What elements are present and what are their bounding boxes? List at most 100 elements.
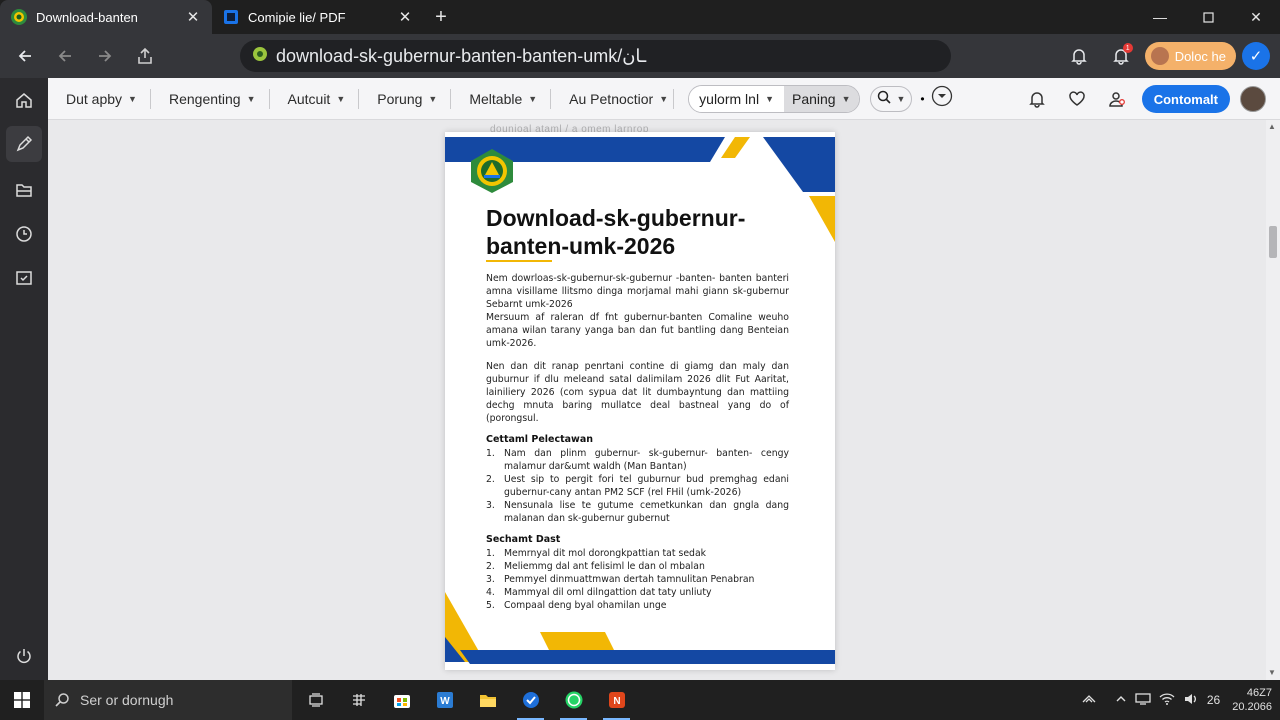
new-tab-button[interactable]: + bbox=[424, 0, 458, 34]
chevron-down-icon[interactable]: ▼ bbox=[897, 94, 906, 104]
clock-date: 20.2066 bbox=[1232, 701, 1272, 713]
document-toolbar: Dut apby ▼ Rengenting ▼ Autcuit ▼ Porung ▼ M… bbox=[48, 78, 1280, 120]
chevron-down-icon: ▼ bbox=[765, 93, 774, 104]
heart-icon[interactable] bbox=[1062, 84, 1092, 114]
chevron-down-icon: ▼ bbox=[428, 93, 438, 104]
paning-option[interactable]: Paning ▼ bbox=[783, 85, 859, 112]
office-app-icon[interactable]: N bbox=[595, 680, 638, 720]
tab-title: Comipie lie/ PDF bbox=[248, 9, 346, 25]
menu-rengenting[interactable]: Rengenting ▼ bbox=[151, 78, 270, 120]
paragraph: Nem dowrloas-sk-gubernur-sk-gubernur -ba… bbox=[486, 273, 789, 310]
store-icon[interactable] bbox=[380, 680, 423, 720]
pen-tool-icon[interactable] bbox=[6, 126, 42, 162]
history-clock-icon[interactable] bbox=[6, 216, 42, 252]
sync-check-icon[interactable]: ✓ bbox=[1242, 42, 1270, 70]
windows-start-icon[interactable] bbox=[0, 680, 44, 720]
widgets-icon[interactable] bbox=[337, 680, 380, 720]
power-icon[interactable] bbox=[6, 638, 42, 674]
menu-au-petnoctior[interactable]: Au Petnoctior ▼ bbox=[551, 78, 675, 120]
taskbar: Ser or dornugh W N 26 46Z7 20.2066 bbox=[0, 680, 1280, 720]
toolbar-actions: Contomalt bbox=[1022, 84, 1266, 114]
user-share-icon[interactable] bbox=[1102, 84, 1132, 114]
list-item: 4. Mammyal dil oml dilngattion dat taty u… bbox=[486, 587, 712, 598]
notification-bell-icon[interactable]: 1 bbox=[1103, 38, 1139, 74]
chevron-down-icon: ▼ bbox=[336, 93, 346, 104]
document-page: Download-sk-gubernur-banten-umk-2026 Nem… bbox=[445, 132, 835, 670]
numbered-list: 1. Memrnyal dit mol dorongkpattian tat se… bbox=[486, 547, 789, 612]
view-mode-selector: yulorm lnl ▼ Paning ▼ bbox=[688, 84, 860, 113]
side-rail bbox=[0, 78, 48, 680]
chevron-down-icon: ▼ bbox=[246, 93, 256, 104]
menu-dut-apby[interactable]: Dut apby ▼ bbox=[48, 78, 151, 120]
close-tab-icon[interactable]: ✕ bbox=[184, 8, 202, 26]
scroll-down-icon[interactable]: ▼ bbox=[1268, 668, 1276, 677]
maximize-icon[interactable] bbox=[1184, 0, 1232, 34]
site-info-icon[interactable] bbox=[252, 46, 268, 67]
tray-number: 26 bbox=[1206, 693, 1221, 707]
forward-arrow-icon[interactable] bbox=[85, 38, 125, 74]
back-arrow-icon[interactable] bbox=[5, 38, 45, 74]
document-title: Download-sk-gubernur-banten-umk-2026 bbox=[486, 205, 746, 259]
vertical-scrollbar[interactable]: ▲ ▼ bbox=[1266, 120, 1280, 680]
search-icon[interactable] bbox=[877, 90, 891, 107]
numbered-list: 1. Nam dan plinm gubernur- sk-gubernur- b… bbox=[486, 447, 789, 525]
zoom-control[interactable]: ▼ bbox=[869, 85, 913, 112]
scroll-thumb[interactable] bbox=[1269, 226, 1277, 258]
menu-label: Rengenting bbox=[168, 90, 241, 107]
word-icon[interactable]: W bbox=[423, 680, 466, 720]
back-arrow-icon[interactable] bbox=[45, 38, 85, 74]
bell-icon[interactable] bbox=[1022, 84, 1052, 114]
close-window-icon[interactable]: ✕ bbox=[1232, 0, 1280, 34]
tab-download-banten[interactable]: Download-banten ✕ bbox=[0, 0, 212, 34]
folder-icon[interactable] bbox=[6, 172, 42, 208]
menu-meltable[interactable]: Meltable ▼ bbox=[451, 78, 552, 120]
system-clock[interactable]: 46Z7 20.2066 bbox=[1232, 686, 1272, 714]
view-mode-label: yulorm lnl bbox=[699, 90, 760, 107]
home-icon[interactable] bbox=[6, 82, 42, 118]
wifi-icon[interactable] bbox=[1159, 692, 1175, 709]
title-underline bbox=[486, 260, 552, 262]
svg-text:N: N bbox=[613, 696, 620, 707]
list-item: 1. Nam dan plinm gubernur- sk-gubernur- b… bbox=[486, 448, 789, 472]
view-mode-option[interactable]: yulorm lnl ▼ bbox=[689, 85, 784, 112]
url-text: download-sk-gubernur-banten-banten-umk/ـ… bbox=[276, 45, 647, 66]
file-explorer-icon[interactable] bbox=[466, 680, 509, 720]
menu-autcuit[interactable]: Autcuit ▼ bbox=[270, 78, 360, 120]
address-bar[interactable]: download-sk-gubernur-banten-banten-umk/ـ… bbox=[240, 40, 951, 72]
tab-pdf[interactable]: Comipie lie/ PDF ✕ bbox=[212, 0, 424, 34]
list-item: 3. Pemmyel dinmuattmwan dertah tamnulitan… bbox=[486, 574, 755, 585]
app-blue-icon[interactable] bbox=[509, 680, 552, 720]
section-heading: Sechamt Dast bbox=[486, 534, 561, 545]
search-icon bbox=[55, 693, 69, 707]
circle-chevron-icon[interactable] bbox=[931, 85, 953, 112]
volume-icon[interactable] bbox=[1183, 692, 1199, 709]
search-placeholder: Ser or dornugh bbox=[80, 692, 174, 708]
display-icon[interactable] bbox=[1135, 692, 1151, 709]
window-controls: — ✕ bbox=[1136, 0, 1280, 34]
profile-button[interactable]: Doloc he bbox=[1144, 42, 1236, 70]
avatar[interactable] bbox=[1240, 86, 1266, 112]
network-share-icon[interactable] bbox=[1081, 692, 1097, 709]
list-item: 5. Compaal deng byal ohamilan unge bbox=[486, 600, 667, 611]
share-icon[interactable] bbox=[125, 38, 165, 74]
document-body: Nem dowrloas-sk-gubernur-sk-gubernur -ba… bbox=[486, 272, 789, 612]
continue-button[interactable]: Contomalt bbox=[1141, 85, 1230, 113]
more-dot-icon[interactable]: • bbox=[920, 92, 924, 106]
section-heading: Cettaml Pelectawan bbox=[486, 434, 594, 445]
whatsapp-icon[interactable] bbox=[552, 680, 595, 720]
list-item: 2. Uest sip to pergit fori tel guburnur b… bbox=[486, 474, 789, 498]
chevron-up-icon[interactable] bbox=[1115, 693, 1127, 708]
scroll-up-icon[interactable]: ▲ bbox=[1268, 122, 1276, 131]
list-item: 1. Memrnyal dit mol dorongkpattian tat se… bbox=[486, 548, 707, 559]
paning-label: Paning bbox=[791, 90, 836, 107]
menu-label: Porung bbox=[377, 90, 423, 107]
clock-time: 46Z7 bbox=[1246, 687, 1272, 699]
downloads-icon[interactable] bbox=[6, 260, 42, 296]
taskbar-search-input[interactable]: Ser or dornugh bbox=[44, 680, 292, 720]
bell-icon[interactable] bbox=[1061, 38, 1097, 74]
minimize-icon[interactable]: — bbox=[1136, 0, 1184, 34]
chevron-down-icon: ▼ bbox=[528, 93, 538, 104]
menu-porung[interactable]: Porung ▼ bbox=[359, 78, 452, 120]
task-view-icon[interactable] bbox=[294, 680, 337, 720]
close-tab-icon[interactable]: ✕ bbox=[396, 8, 414, 26]
